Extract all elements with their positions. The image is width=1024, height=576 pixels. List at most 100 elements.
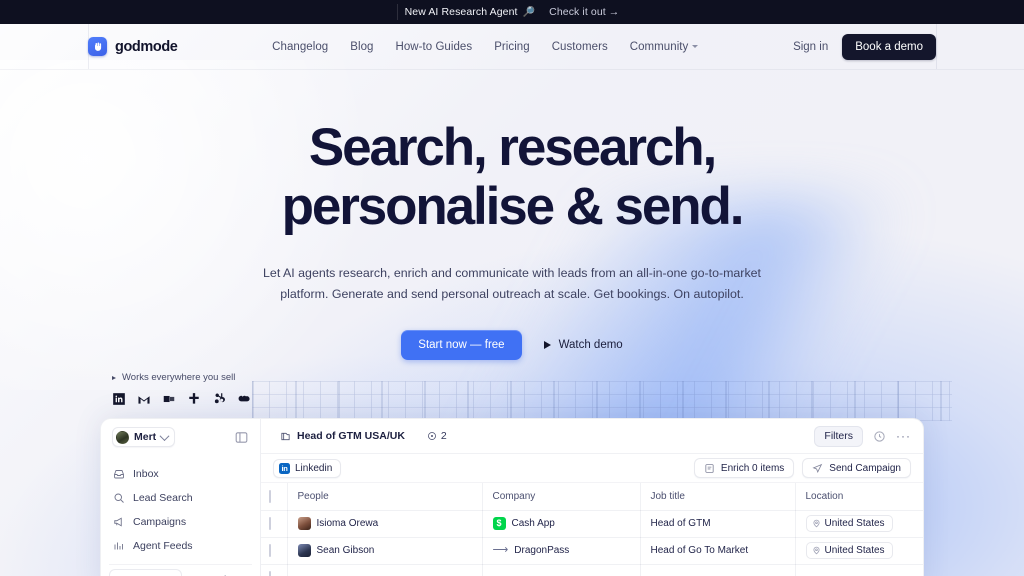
column-header-people[interactable]: People <box>287 483 483 511</box>
cell-location: United States <box>795 510 923 538</box>
watch-demo-button[interactable]: Watch demo <box>543 339 623 351</box>
salesforce-icon <box>238 395 250 402</box>
location-pill: United States <box>805 542 893 560</box>
main-navigation: Changelog Blog How-to Guides Pricing Cus… <box>272 41 699 53</box>
brand-logo[interactable]: godmode <box>88 37 178 56</box>
row-checkbox[interactable] <box>269 571 271 576</box>
start-now-free-button[interactable]: Start now — free <box>401 330 522 360</box>
sidebar-tab-campaigns[interactable]: Campaigns <box>182 569 253 576</box>
feed-icon <box>114 542 123 550</box>
row-checkbox[interactable] <box>269 517 271 531</box>
ghost-table-pattern <box>252 381 952 421</box>
pin-icon <box>427 432 436 441</box>
sidebar-toggle-icon[interactable] <box>234 430 249 445</box>
send-label: Send Campaign <box>829 462 901 474</box>
row-checkbox[interactable] <box>269 544 271 558</box>
list-name-chip[interactable]: Head of GTM USA/UK <box>273 427 412 445</box>
hero-subtitle: Let AI agents research, enrich and commu… <box>263 266 761 301</box>
column-header-company[interactable]: Company <box>482 483 641 511</box>
cell-job-title: Head of GTM <box>640 510 796 538</box>
company-name: DragonPass <box>514 545 570 557</box>
avatar <box>297 544 311 558</box>
nav-label: Blog <box>350 40 374 53</box>
sidebar-item-label: Agent Feeds <box>133 540 193 552</box>
table-row[interactable]: Sean Gibson ⟶ DragonPass Head of Go To M… <box>261 537 923 565</box>
cell-company <box>482 564 641 576</box>
announcement-label: New AI Research Agent <box>404 6 518 18</box>
nav-label: Customers <box>551 40 608 53</box>
more-horizontal-icon[interactable]: ··· <box>896 430 911 442</box>
workspace-user-chip[interactable]: Mert <box>112 427 176 447</box>
cell-job-title <box>640 564 796 576</box>
hero-cta-row: Start now — free Watch demo <box>0 330 1024 360</box>
nav-label: How-to Guides <box>395 40 473 53</box>
table-row[interactable] <box>261 564 923 576</box>
row-select-cell <box>261 537 288 565</box>
hero-title-line-1: Search, research, <box>308 118 717 177</box>
select-all-checkbox[interactable] <box>269 490 271 504</box>
announcement-bar[interactable]: New AI Research Agent 🔎 Check it out → <box>0 0 1024 24</box>
table-header-row: People Company Job title Location <box>261 483 923 511</box>
nav-item-how-to-guides[interactable]: How-to Guides <box>395 41 472 53</box>
sidebar-item-campaigns[interactable]: Campaigns <box>101 510 260 534</box>
geo-filter-chip[interactable]: 2 <box>420 427 454 445</box>
godmode-hand-icon <box>88 37 107 56</box>
chevron-down-icon <box>159 430 170 441</box>
nav-label: Pricing <box>494 40 530 53</box>
watch-demo-label: Watch demo <box>558 339 623 351</box>
hero-section: Search, research, personalise & send. Le… <box>0 70 1024 360</box>
sidebar-item-label: Inbox <box>133 468 159 480</box>
cell-job-title: Head of Go To Market <box>640 537 796 565</box>
person-name: Sean Gibson <box>316 545 375 557</box>
app-source-row: in Linkedin Enrich 0 items Send Campaign <box>261 454 923 484</box>
landing-page: New AI Research Agent 🔎 Check it out → g… <box>0 0 1024 576</box>
megaphone-icon <box>114 517 122 527</box>
nav-item-pricing[interactable]: Pricing <box>494 41 530 53</box>
cell-location: United States <box>795 537 923 565</box>
send-campaign-button[interactable]: Send Campaign <box>802 458 911 479</box>
works-everywhere-strip: Works everywhere you sell <box>112 372 251 406</box>
source-chip-linkedin[interactable]: in Linkedin <box>273 458 342 478</box>
works-everywhere-label: Works everywhere you sell <box>122 372 236 383</box>
sign-in-link[interactable]: Sign in <box>793 41 828 53</box>
inbox-icon <box>114 470 124 479</box>
column-header-location[interactable]: Location <box>795 483 923 511</box>
person-name: Isioma Orewa <box>316 518 379 530</box>
arrow-icon: ⟶ <box>492 544 509 557</box>
sidebar-item-inbox[interactable]: Inbox <box>101 462 260 486</box>
row-select-cell <box>261 510 288 538</box>
send-icon <box>812 463 823 473</box>
column-header-job-title[interactable]: Job title <box>640 483 796 511</box>
hubspot-icon <box>189 393 199 404</box>
pin-icon <box>812 547 820 555</box>
enrich-items-button[interactable]: Enrich 0 items <box>693 458 795 479</box>
nav-item-customers[interactable]: Customers <box>552 41 608 53</box>
location-label: United States <box>824 518 885 530</box>
sidebar-item-lead-search[interactable]: Lead Search <box>101 486 260 510</box>
list-name: Head of GTM USA/UK <box>297 430 405 443</box>
chevron-down-icon <box>692 45 699 48</box>
book-a-demo-button[interactable]: Book a demo <box>842 33 936 60</box>
hero-title-line-2: personalise & send. <box>281 177 745 236</box>
sidebar-tab-lists[interactable]: Lists <box>109 569 182 576</box>
clock-icon[interactable] <box>871 428 888 445</box>
nav-item-community[interactable]: Community <box>630 41 699 53</box>
sidebar-item-label: Lead Search <box>133 492 193 504</box>
search-icon <box>114 493 124 503</box>
enrich-label: Enrich 0 items <box>720 462 785 474</box>
table-row[interactable]: Isioma Orewa $ Cash App Head of GTM Unit… <box>261 510 923 538</box>
sidebar-item-agent-feeds[interactable]: Agent Feeds <box>101 534 260 558</box>
avatar <box>116 430 129 444</box>
location-label: United States <box>824 545 885 557</box>
announcement-cta-link[interactable]: Check it out → <box>549 6 619 18</box>
workspace-user-name: Mert <box>134 431 157 443</box>
nav-item-blog[interactable]: Blog <box>350 41 373 53</box>
site-header: godmode Changelog Blog How-to Guides Pri… <box>0 24 1024 70</box>
filters-button[interactable]: Filters <box>814 425 863 447</box>
outlook-icon <box>163 395 175 403</box>
nav-item-changelog[interactable]: Changelog <box>272 41 328 53</box>
brand-name: godmode <box>115 38 178 55</box>
select-all-cell <box>261 483 288 511</box>
row-select-cell <box>261 564 288 576</box>
geo-count: 2 <box>440 430 447 443</box>
